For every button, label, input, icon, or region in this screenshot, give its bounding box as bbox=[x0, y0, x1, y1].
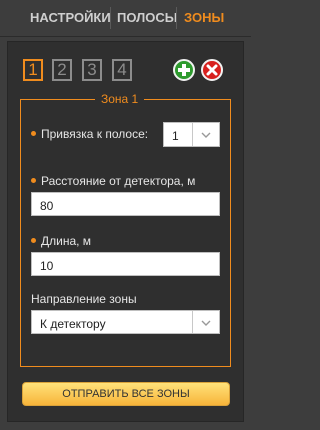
zone-select-4[interactable]: 4 bbox=[112, 59, 132, 81]
tab-lanes[interactable]: ПОЛОСЫ bbox=[117, 0, 177, 36]
distance-input[interactable]: 80 bbox=[31, 192, 220, 216]
tab-divider bbox=[176, 7, 177, 29]
chevron-down-icon bbox=[192, 123, 219, 146]
chevron-down-icon bbox=[192, 311, 219, 333]
distance-value: 80 bbox=[40, 199, 54, 213]
lane-binding-value: 1 bbox=[172, 129, 179, 143]
required-marker bbox=[31, 238, 36, 243]
required-marker bbox=[31, 178, 36, 183]
required-marker bbox=[31, 131, 36, 136]
plus-icon bbox=[178, 64, 190, 76]
tab-divider bbox=[110, 7, 111, 29]
lane-binding-label: Привязка к полосе: bbox=[41, 127, 149, 141]
add-zone-button[interactable] bbox=[173, 59, 195, 81]
direction-select[interactable]: К детектору bbox=[31, 310, 220, 334]
length-value: 10 bbox=[40, 259, 54, 273]
length-input[interactable]: 10 bbox=[31, 252, 220, 276]
zone-select-2[interactable]: 2 bbox=[52, 59, 72, 81]
direction-label: Направление зоны bbox=[31, 292, 137, 306]
zone-title: Зона 1 bbox=[95, 92, 145, 106]
tab-zones[interactable]: ЗОНЫ bbox=[184, 0, 224, 36]
distance-label: Расстояние от детектора, м bbox=[41, 174, 196, 188]
send-all-zones-button[interactable]: ОТПРАВИТЬ ВСЕ ЗОНЫ bbox=[22, 382, 230, 406]
length-label: Длина, м bbox=[41, 234, 92, 248]
direction-value: К детектору bbox=[40, 317, 106, 331]
zone-select-3[interactable]: 3 bbox=[82, 59, 102, 81]
zone-select-1[interactable]: 1 bbox=[23, 59, 43, 81]
lane-binding-select[interactable]: 1 bbox=[163, 122, 220, 147]
delete-zone-button[interactable] bbox=[201, 59, 223, 81]
close-icon bbox=[206, 64, 218, 76]
tab-bar: НАСТРОЙКИ ПОЛОСЫ ЗОНЫ bbox=[0, 0, 251, 37]
tab-settings[interactable]: НАСТРОЙКИ bbox=[30, 0, 111, 36]
